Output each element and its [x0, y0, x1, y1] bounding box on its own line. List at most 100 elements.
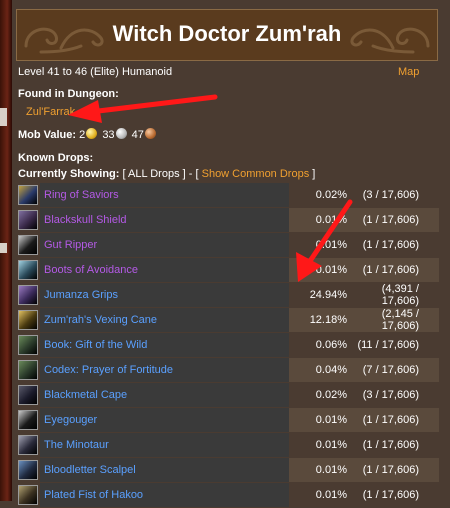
- item-name-cell: Codex: Prayer of Fortitude: [40, 357, 289, 383]
- item-name-cell: Boots of Avoidance: [40, 257, 289, 283]
- item-link[interactable]: Book: Gift of the Wild: [44, 339, 147, 351]
- shield-icon[interactable]: [18, 210, 38, 230]
- drop-chance: 0.01%: [289, 432, 351, 458]
- cape-icon[interactable]: [18, 385, 38, 405]
- table-row: Blackmetal Cape 0.02% (3 / 17,606): [17, 382, 439, 408]
- copper-value: 47: [131, 129, 144, 141]
- item-link[interactable]: Codex: Prayer of Fortitude: [44, 364, 173, 376]
- table-row: Blackskull Shield 0.01% (1 / 17,606): [17, 207, 439, 233]
- item-link[interactable]: Gut Ripper: [44, 239, 97, 251]
- currently-showing: Currently Showing: [ ALL Drops ] - [ Sho…: [18, 168, 315, 180]
- drop-count: (1 / 17,606): [351, 457, 439, 483]
- drop-count: (3 / 17,606): [351, 183, 439, 208]
- knife-icon[interactable]: [18, 460, 38, 480]
- table-row: Zum'rah's Vexing Cane 12.18% (2,145 / 17,6…: [17, 307, 439, 333]
- item-icon-cell: [17, 207, 40, 233]
- item-name-cell: Book: Gift of the Wild: [40, 332, 289, 358]
- gloves-icon[interactable]: [18, 285, 38, 305]
- table-row: Plated Fist of Hakoo 0.01% (1 / 17,606): [17, 482, 439, 508]
- show-common-drops-link[interactable]: Show Common Drops: [202, 168, 310, 180]
- item-name-cell: Jumanza Grips: [40, 282, 289, 308]
- drop-count: (2,145 / 17,606): [351, 307, 439, 333]
- table-row: The Minotaur 0.01% (1 / 17,606): [17, 432, 439, 458]
- table-row: Book: Gift of the Wild 0.06% (11 / 17,606): [17, 332, 439, 358]
- drop-count: (1 / 17,606): [351, 207, 439, 233]
- drop-chance: 0.06%: [289, 332, 351, 358]
- drop-chance: 0.01%: [289, 482, 351, 508]
- page-title: Witch Doctor Zum'rah: [112, 21, 342, 46]
- item-link[interactable]: Eyegouger: [44, 414, 97, 426]
- item-link[interactable]: Plated Fist of Hakoo: [44, 489, 143, 501]
- item-link[interactable]: The Minotaur: [44, 439, 109, 451]
- table-row: Ring of Saviors 0.02% (3 / 17,606): [17, 183, 439, 208]
- staff-icon[interactable]: [18, 310, 38, 330]
- drop-chance: 0.01%: [289, 257, 351, 283]
- drop-count: (11 / 17,606): [351, 332, 439, 358]
- item-link[interactable]: Boots of Avoidance: [44, 264, 138, 276]
- item-name-cell: Bloodletter Scalpel: [40, 457, 289, 483]
- mob-value-label: Mob Value:: [18, 129, 77, 141]
- map-link[interactable]: Map: [398, 66, 419, 78]
- drops-table: Ring of Saviors 0.02% (3 / 17,606) Blacksku…: [17, 183, 439, 508]
- drop-chance: 0.01%: [289, 207, 351, 233]
- book-icon[interactable]: [18, 335, 38, 355]
- item-link[interactable]: Jumanza Grips: [44, 289, 118, 301]
- item-link[interactable]: Ring of Saviors: [44, 189, 119, 201]
- item-link[interactable]: Bloodletter Scalpel: [44, 464, 136, 476]
- table-row: Boots of Avoidance 0.01% (1 / 17,606): [17, 257, 439, 283]
- item-icon-cell: [17, 357, 40, 383]
- gold-value: 2: [79, 129, 86, 141]
- title-banner: Witch Doctor Zum'rah: [16, 9, 438, 61]
- drop-count: (1 / 17,606): [351, 257, 439, 283]
- ring-icon[interactable]: [18, 185, 38, 205]
- silver-coin-icon: [115, 128, 127, 139]
- item-link[interactable]: Blackskull Shield: [44, 214, 127, 226]
- axe-icon[interactable]: [18, 435, 38, 455]
- item-icon-cell: [17, 332, 40, 358]
- drop-count: (1 / 17,606): [351, 482, 439, 508]
- drop-count: (4,391 / 17,606): [351, 282, 439, 308]
- drop-chance: 0.02%: [289, 382, 351, 408]
- gold-coin-icon: [86, 128, 98, 139]
- item-name-cell: Gut Ripper: [40, 232, 289, 258]
- item-icon-cell: [17, 407, 40, 433]
- item-icon-cell: [17, 232, 40, 258]
- item-icon-cell: [17, 307, 40, 333]
- drop-chance: 12.18%: [289, 307, 351, 333]
- drop-chance: 0.01%: [289, 407, 351, 433]
- table-row: Eyegouger 0.01% (1 / 17,606): [17, 407, 439, 433]
- drop-chance: 0.01%: [289, 457, 351, 483]
- copper-coin-icon: [144, 128, 156, 139]
- fist-icon[interactable]: [18, 485, 38, 505]
- item-name-cell: Blackmetal Cape: [40, 382, 289, 408]
- all-drops-filter[interactable]: [ ALL Drops ]: [123, 168, 186, 180]
- drop-count: (1 / 17,606): [351, 232, 439, 258]
- book-icon[interactable]: [18, 360, 38, 380]
- item-name-cell: The Minotaur: [40, 432, 289, 458]
- drop-count: (3 / 17,606): [351, 382, 439, 408]
- level-text: Level 41 to 46 (Elite) Humanoid: [18, 66, 173, 78]
- dagger-icon[interactable]: [18, 235, 38, 255]
- dungeon-link[interactable]: Zul'Farrak: [26, 106, 75, 118]
- drop-chance: 0.01%: [289, 232, 351, 258]
- filter-separator: - [: [185, 168, 199, 180]
- dagger-icon[interactable]: [18, 410, 38, 430]
- known-drops-label: Known Drops:: [18, 152, 94, 164]
- silver-value: 33: [102, 129, 115, 141]
- item-name-cell: Ring of Saviors: [40, 183, 289, 208]
- boots-icon[interactable]: [18, 260, 38, 280]
- item-name-cell: Zum'rah's Vexing Cane: [40, 307, 289, 333]
- filter-close-bracket: ]: [312, 168, 316, 180]
- item-link[interactable]: Blackmetal Cape: [44, 389, 127, 401]
- item-icon-cell: [17, 382, 40, 408]
- table-row: Jumanza Grips 24.94% (4,391 / 17,606): [17, 282, 439, 308]
- left-tab-marker: [0, 243, 7, 253]
- found-in-dungeon-label: Found in Dungeon:: [18, 88, 119, 100]
- item-name-cell: Plated Fist of Hakoo: [40, 482, 289, 508]
- left-tab-marker: [0, 108, 7, 126]
- item-link[interactable]: Zum'rah's Vexing Cane: [44, 314, 157, 326]
- drop-count: (7 / 17,606): [351, 357, 439, 383]
- item-icon-cell: [17, 257, 40, 283]
- item-icon-cell: [17, 282, 40, 308]
- drop-count: (1 / 17,606): [351, 432, 439, 458]
